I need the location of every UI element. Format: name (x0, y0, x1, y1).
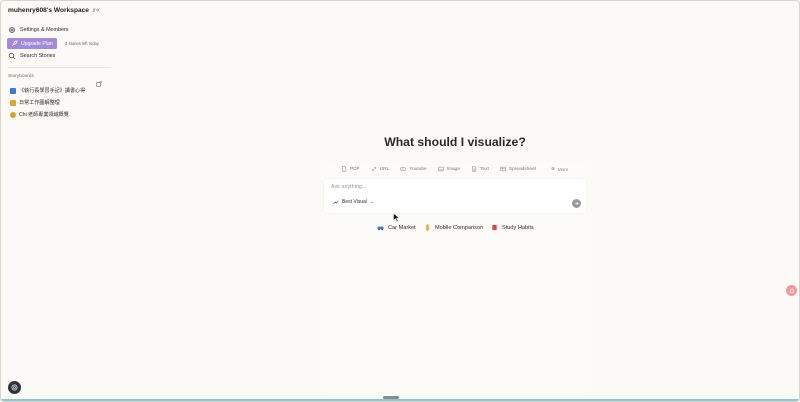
search-label: Search Stories (20, 53, 56, 59)
storyboard-item[interactable]: Chi 老師專業領域概覽 (10, 111, 69, 118)
tab-pdf[interactable]: PDF (341, 166, 360, 172)
storyboard-item[interactable]: 《執行長學習手記》讀書心得 (10, 87, 85, 94)
chevron-down-icon: ⌄ (369, 199, 375, 205)
page-title: What should I visualize? (384, 135, 526, 149)
suggestion-label: Car Market (388, 224, 416, 231)
window-bottom-border (1, 399, 799, 401)
suggestion-label: Mobile Comparison (435, 224, 484, 231)
teacher-icon (10, 111, 16, 118)
upgrade-label: Upgrade Plan (21, 40, 53, 47)
car-icon (377, 224, 384, 231)
tab-image[interactable]: Image (438, 166, 460, 172)
video-icon (400, 167, 406, 171)
storyboard-label: 《執行長學習手記》讀書心得 (19, 88, 86, 94)
tab-text[interactable]: Text (471, 166, 489, 172)
more-sources-button[interactable]: ⊕ More (551, 166, 568, 172)
settings-members-link[interactable]: Settings & Members (8, 26, 69, 34)
tab-url[interactable]: URL (371, 166, 390, 172)
image-icon (438, 166, 444, 172)
sparkle-chart-icon (333, 200, 339, 205)
tab-spreadsheet[interactable]: Spreadsheet (500, 166, 536, 172)
source-tabs: PDF URL Youtube Image Text Spreadsheet (341, 166, 547, 172)
tab-label: URL (379, 166, 390, 172)
new-storyboard-icon[interactable] (96, 74, 102, 87)
workspace-title: muhenry608's Workspace (8, 7, 89, 14)
rocket-icon (12, 40, 18, 46)
tab-label: Text (480, 166, 489, 172)
chat-icon (789, 288, 794, 293)
prompt-input[interactable] (331, 184, 531, 190)
sidebar: muhenry608's Workspace ⇵ « Settings & Me… (1, 1, 113, 401)
more-label: More (557, 166, 569, 172)
prompt-composer: Best Visual ⌄ (324, 179, 586, 213)
account-button[interactable] (8, 381, 21, 394)
suggestion-car-market[interactable]: Car Market (377, 224, 416, 231)
arrow-right-icon (574, 202, 579, 205)
visual-select-label: Best Visual (342, 199, 367, 205)
upgrade-plan-button[interactable]: Upgrade Plan (7, 38, 57, 49)
storyboards-heading: Storyboards (8, 74, 34, 79)
gear-icon (8, 26, 16, 34)
link-icon (371, 166, 376, 172)
send-button[interactable] (572, 199, 581, 208)
suggestion-mobile-comparison[interactable]: Mobile Comparison (424, 224, 483, 231)
app-window: muhenry608's Workspace ⇵ « Settings & Me… (0, 0, 800, 402)
mobile-icon (424, 224, 431, 231)
suggestion-study-habits[interactable]: Study Habits (491, 224, 534, 231)
mouse-cursor-icon (393, 213, 399, 222)
search-icon (8, 52, 16, 60)
collapse-sidebar-icon[interactable]: « (96, 7, 100, 14)
file-icon (342, 166, 347, 172)
visual-type-select[interactable]: Best Visual ⌄ (333, 199, 374, 205)
settings-label: Settings & Members (20, 27, 69, 33)
storyboard-item[interactable]: 日常工作圖解整理 (10, 99, 60, 106)
document-icon (472, 166, 477, 172)
book-icon (491, 224, 498, 231)
tab-label: Youtube (409, 166, 427, 172)
chart-icon (10, 99, 16, 106)
more-icon: ⊕ (551, 166, 555, 171)
storyboard-label: Chi 老師專業領域概覽 (19, 112, 69, 118)
workspace-switcher[interactable]: muhenry608's Workspace ⇵ (8, 7, 96, 14)
tab-label: PDF (350, 166, 360, 172)
usage-status-text: 3 stories left today (65, 41, 99, 46)
storyboard-label: 日常工作圖解整理 (19, 100, 60, 106)
tab-label: Spreadsheet (508, 166, 537, 172)
help-circle-icon (11, 384, 18, 391)
search-stories-link[interactable]: Search Stories (8, 52, 55, 60)
chat-support-button[interactable] (786, 285, 797, 296)
book-icon (10, 87, 16, 94)
tab-label: Image (446, 166, 460, 172)
tab-youtube[interactable]: Youtube (400, 166, 427, 172)
suggestion-label: Study Habits (502, 224, 534, 231)
sidebar-divider (8, 67, 111, 68)
spreadsheet-icon (500, 166, 506, 172)
